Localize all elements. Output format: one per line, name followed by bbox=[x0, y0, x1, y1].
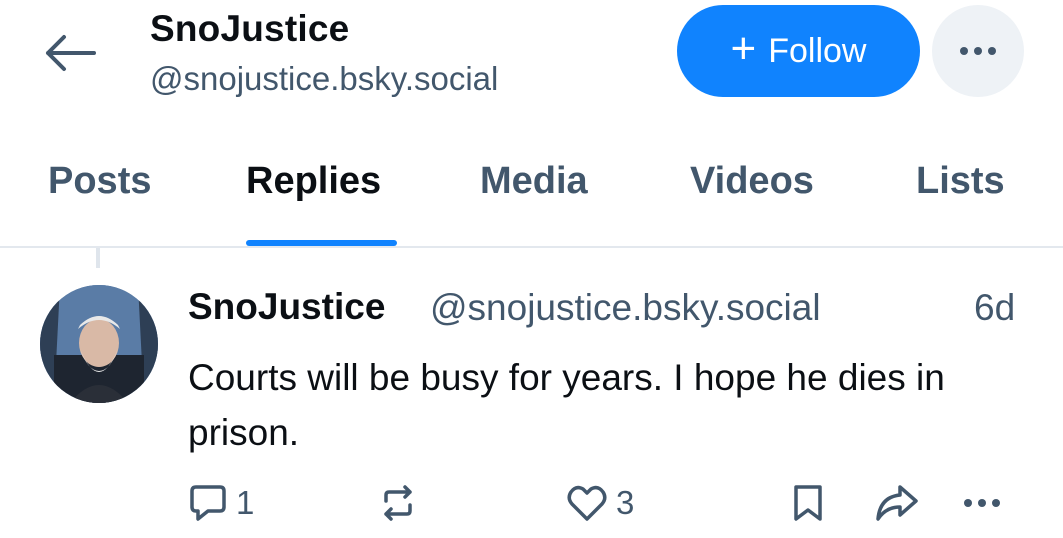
repost-button[interactable] bbox=[378, 478, 418, 528]
plus-icon: + bbox=[730, 24, 757, 73]
ellipsis-icon bbox=[964, 499, 1000, 507]
like-button[interactable]: 3 bbox=[566, 478, 634, 528]
bookmark-icon bbox=[794, 485, 822, 521]
repost-icon bbox=[384, 485, 412, 521]
like-icon bbox=[567, 485, 607, 521]
share-button[interactable] bbox=[874, 478, 920, 528]
back-button[interactable] bbox=[40, 28, 100, 78]
thread-line bbox=[96, 248, 100, 268]
ellipsis-icon bbox=[960, 47, 996, 55]
tab-lists[interactable]: Lists bbox=[916, 160, 1005, 203]
tab-media[interactable]: Media bbox=[480, 160, 588, 203]
profile-display-name: SnoJustice bbox=[150, 8, 350, 49]
tab-replies[interactable]: Replies bbox=[246, 160, 381, 203]
profile-handle: @snojustice.bsky.social bbox=[150, 60, 499, 97]
tab-posts[interactable]: Posts bbox=[48, 160, 151, 203]
avatar-image bbox=[40, 285, 158, 403]
share-icon bbox=[876, 485, 918, 521]
back-arrow-icon bbox=[46, 35, 96, 71]
reply-count: 1 bbox=[236, 484, 255, 521]
post-more-button[interactable] bbox=[962, 478, 1002, 528]
more-options-button[interactable] bbox=[932, 5, 1024, 97]
reply-button[interactable]: 1 bbox=[188, 478, 254, 528]
follow-button[interactable]: + Follow bbox=[677, 5, 920, 97]
tab-videos[interactable]: Videos bbox=[690, 160, 814, 203]
avatar[interactable] bbox=[40, 285, 158, 403]
tabs-divider bbox=[0, 246, 1063, 248]
reply-icon bbox=[190, 485, 226, 521]
post-timestamp[interactable]: 6d bbox=[974, 287, 1015, 329]
post-author-name[interactable]: SnoJustice bbox=[188, 286, 385, 328]
bookmark-button[interactable] bbox=[790, 478, 826, 528]
follow-label: Follow bbox=[768, 31, 867, 70]
post-text: Courts will be busy for years. I hope he… bbox=[188, 357, 945, 453]
like-count: 3 bbox=[616, 484, 635, 521]
post-author-handle[interactable]: @snojustice.bsky.social bbox=[430, 287, 821, 329]
